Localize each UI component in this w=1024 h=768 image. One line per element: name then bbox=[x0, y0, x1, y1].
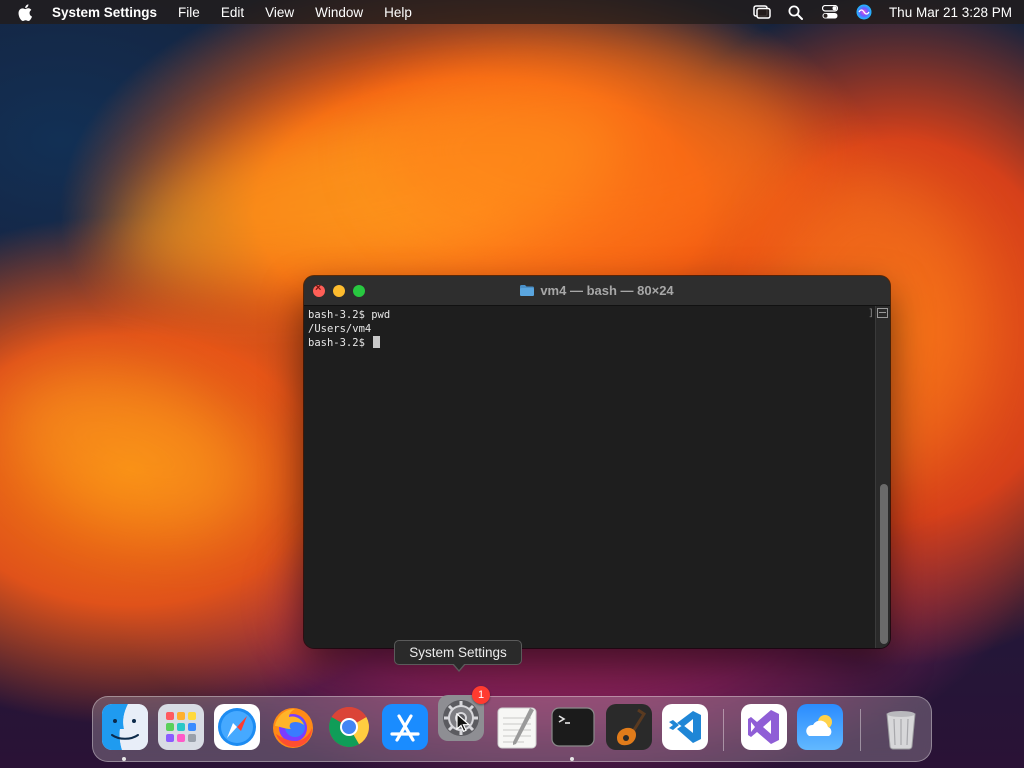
terminal-icon[interactable] bbox=[550, 704, 596, 750]
scrollbar-thumb[interactable] bbox=[880, 484, 888, 644]
textedit-icon[interactable] bbox=[494, 704, 540, 750]
dock-tooltip: System Settings bbox=[394, 640, 522, 665]
active-app-name[interactable]: System Settings bbox=[52, 5, 157, 20]
zoom-button[interactable] bbox=[353, 284, 365, 297]
bracket-marker: ] bbox=[867, 308, 874, 319]
vscode-icon[interactable] bbox=[662, 704, 708, 750]
launchpad-icon[interactable] bbox=[158, 704, 204, 750]
tooltip-arrow bbox=[452, 663, 466, 672]
search-icon[interactable] bbox=[779, 2, 813, 22]
text-cursor bbox=[373, 336, 381, 348]
terminal-line: bash-3.2$ pwd bbox=[308, 309, 391, 321]
minimize-button[interactable] bbox=[333, 284, 345, 297]
split-pane-icon[interactable] bbox=[877, 308, 888, 318]
safari-icon[interactable] bbox=[214, 704, 260, 750]
notification-badge: 1 bbox=[472, 686, 490, 704]
menu-bar: System Settings File Edit View Window He… bbox=[0, 0, 1024, 24]
dock: 1 bbox=[92, 686, 932, 762]
close-button[interactable] bbox=[313, 282, 325, 297]
dock-divider bbox=[723, 709, 724, 751]
menu-edit[interactable]: Edit bbox=[221, 5, 244, 20]
window-title: vm4 — bash — 80×24 bbox=[540, 283, 674, 298]
vertical-scrollbar[interactable] bbox=[875, 306, 890, 648]
window-titlebar[interactable]: vm4 — bash — 80×24 bbox=[304, 276, 890, 306]
dock-divider bbox=[860, 709, 861, 751]
terminal-prompt-line: bash-3.2$ bbox=[308, 336, 390, 350]
chrome-icon[interactable] bbox=[326, 704, 372, 750]
firefox-icon[interactable] bbox=[270, 704, 316, 750]
terminal-prompt: bash-3.2$ bbox=[308, 337, 372, 349]
running-indicator bbox=[122, 757, 126, 761]
control-center-icon[interactable] bbox=[813, 2, 847, 22]
finder-icon[interactable] bbox=[102, 704, 148, 750]
visual-studio-icon[interactable] bbox=[741, 704, 787, 750]
menu-window[interactable]: Window bbox=[315, 5, 363, 20]
menu-view[interactable]: View bbox=[265, 5, 294, 20]
screen-mirroring-icon[interactable] bbox=[745, 2, 779, 22]
apple-menu-icon[interactable] bbox=[18, 3, 34, 21]
menu-help[interactable]: Help bbox=[384, 5, 412, 20]
app-store-icon[interactable] bbox=[382, 704, 428, 750]
tooltip-label: System Settings bbox=[409, 645, 507, 660]
running-indicator bbox=[570, 757, 574, 761]
garageband-icon[interactable] bbox=[606, 704, 652, 750]
terminal-line: /Users/vm4 bbox=[308, 323, 372, 335]
mouse-pointer-icon bbox=[456, 713, 470, 733]
siri-icon[interactable] bbox=[847, 2, 881, 22]
menu-file[interactable]: File bbox=[178, 5, 200, 20]
weather-icon[interactable] bbox=[797, 704, 843, 750]
terminal-content[interactable]: bash-3.2$ pwd /Users/vm4 bash-3.2$ ] bbox=[304, 306, 890, 648]
terminal-window[interactable]: vm4 — bash — 80×24 bash-3.2$ pwd /Users/… bbox=[304, 276, 890, 648]
trash-icon[interactable] bbox=[878, 704, 924, 750]
menu-bar-clock[interactable]: Thu Mar 21 3:28 PM bbox=[889, 5, 1012, 20]
folder-icon bbox=[520, 285, 535, 296]
